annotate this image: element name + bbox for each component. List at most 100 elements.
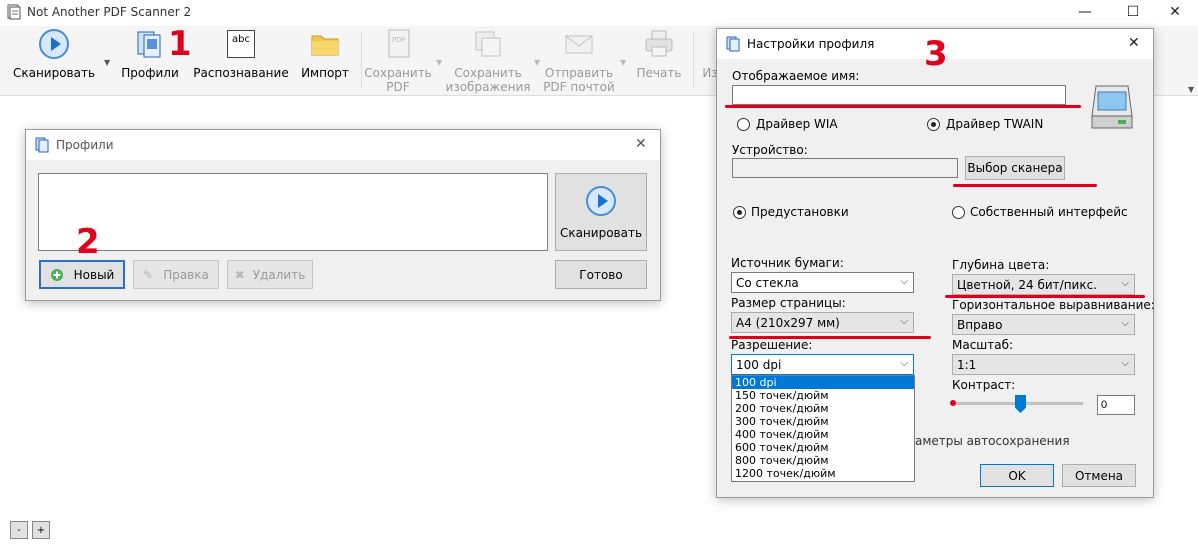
profiles-list[interactable] bbox=[38, 173, 548, 251]
save-images-label-2: изображения bbox=[445, 80, 531, 94]
annotation-number-2: 2 bbox=[76, 222, 100, 262]
driver-twain-label: Драйвер TWAIN bbox=[946, 117, 1044, 131]
zoom-out-icon: - bbox=[17, 524, 21, 536]
scan-toolbar-button[interactable]: Сканировать bbox=[12, 28, 96, 80]
settings-dialog-close-button[interactable]: ✕ bbox=[1128, 35, 1140, 51]
scan-label: Сканировать bbox=[12, 66, 96, 80]
app-icon bbox=[6, 4, 22, 20]
close-app-button[interactable]: ✕ bbox=[1152, 0, 1198, 24]
display-name-input[interactable] bbox=[732, 85, 1066, 105]
print-toolbar-button[interactable]: Печать bbox=[634, 28, 684, 80]
settings-dialog-title: Настройки профиля bbox=[747, 37, 875, 51]
cancel-button[interactable]: Отмена bbox=[1062, 464, 1136, 487]
save-images-toolbar-button[interactable]: Сохранить изображения bbox=[446, 28, 530, 94]
toolbar-separator bbox=[693, 32, 694, 88]
folder-icon bbox=[309, 28, 341, 60]
scanner-icon bbox=[1088, 76, 1136, 132]
app-title: Not Another PDF Scanner 2 bbox=[27, 5, 192, 19]
zoom-in-icon: + bbox=[36, 524, 46, 536]
paper-source-select[interactable]: Со стекла ⌵ bbox=[731, 272, 914, 293]
zoom-out-button[interactable]: - bbox=[10, 521, 28, 539]
profiles-label: Профили bbox=[121, 66, 179, 80]
chevron-down-icon: ⌵ bbox=[1121, 358, 1129, 369]
native-ui-label: Собственный интерфейс bbox=[970, 205, 1128, 219]
driver-wia-radio[interactable] bbox=[737, 118, 750, 131]
resolution-label: Разрешение: bbox=[731, 338, 813, 352]
chevron-down-icon: ⌵ bbox=[1121, 318, 1129, 329]
driver-wia-label: Драйвер WIA bbox=[756, 117, 838, 131]
done-button[interactable]: Готово bbox=[555, 260, 647, 289]
import-label: Импорт bbox=[301, 66, 349, 80]
save-pdf-label-2: PDF bbox=[386, 80, 410, 94]
resolution-option[interactable]: 800 точек/дюйм bbox=[732, 454, 914, 467]
color-depth-select[interactable]: Цветной, 24 бит/пикс. ⌵ bbox=[952, 274, 1135, 295]
driver-twain-radio[interactable] bbox=[927, 118, 940, 131]
resolution-option[interactable]: 600 точек/дюйм bbox=[732, 441, 914, 454]
page-size-select[interactable]: A4 (210x297 мм) ⌵ bbox=[731, 312, 914, 333]
ok-button[interactable]: OK bbox=[980, 464, 1054, 487]
device-input[interactable] bbox=[732, 158, 958, 178]
email-pdf-label-1: Отправить bbox=[544, 66, 614, 80]
edit-profile-button[interactable]: ✎ Правка bbox=[133, 260, 219, 289]
pencil-icon: ✎ bbox=[143, 267, 154, 282]
save-pdf-label-1: Сохранить bbox=[364, 66, 432, 80]
page-size-label: Размер страницы: bbox=[731, 296, 846, 310]
resolution-select[interactable]: 100 dpi ⌵ bbox=[731, 354, 914, 375]
scale-select[interactable]: 1:1 ⌵ bbox=[952, 354, 1135, 375]
email-pdf-dropdown-arrow-icon[interactable]: ▼ bbox=[620, 58, 626, 67]
delete-icon: ✖ bbox=[234, 267, 245, 282]
profiles-dialog-close-button[interactable]: ✕ bbox=[635, 136, 647, 152]
save-pdf-toolbar-button[interactable]: PDF Сохранить PDF bbox=[364, 28, 432, 94]
pdf-icon: PDF bbox=[382, 28, 414, 60]
autosave-settings-link[interactable]: аметры автосохранения bbox=[915, 434, 1070, 448]
profiles-scan-button[interactable]: Сканировать bbox=[555, 173, 647, 251]
settings-dialog-icon bbox=[726, 36, 740, 52]
svg-text:PDF: PDF bbox=[392, 36, 406, 44]
contrast-label: Контраст: bbox=[952, 378, 1016, 392]
resolution-option[interactable]: 150 точек/дюйм bbox=[732, 389, 914, 402]
zoom-in-button[interactable]: + bbox=[32, 521, 50, 539]
annotation-underline bbox=[953, 184, 1097, 187]
profiles-dialog-icon bbox=[35, 137, 49, 153]
presets-radio[interactable] bbox=[733, 206, 746, 219]
email-pdf-toolbar-button[interactable]: Отправить PDF почтой bbox=[542, 28, 616, 94]
display-name-label: Отображаемое имя: bbox=[732, 69, 860, 83]
annotation-underline bbox=[725, 105, 1081, 108]
ocr-abc-icon: abc bbox=[225, 28, 257, 60]
delete-profile-button[interactable]: ✖ Удалить bbox=[227, 260, 313, 289]
resolution-option[interactable]: 1200 точек/дюйм bbox=[732, 467, 914, 480]
annotation-dot bbox=[950, 400, 956, 406]
resolution-option[interactable]: 400 точек/дюйм bbox=[732, 428, 914, 441]
import-toolbar-button[interactable]: Импорт bbox=[298, 28, 352, 80]
toolbar-overflow-arrow-icon[interactable]: ▼ bbox=[1188, 85, 1194, 94]
chevron-down-icon: ⌵ bbox=[1121, 278, 1129, 289]
native-ui-radio[interactable] bbox=[952, 206, 965, 219]
printer-icon bbox=[643, 28, 675, 60]
ocr-toolbar-button[interactable]: abc Распознавание bbox=[193, 28, 289, 80]
new-profile-button[interactable]: Новый bbox=[39, 260, 125, 289]
save-pdf-dropdown-arrow-icon[interactable]: ▼ bbox=[436, 58, 442, 67]
presets-label: Предустановки bbox=[751, 205, 849, 219]
add-icon bbox=[50, 268, 63, 281]
chevron-down-icon: ⌵ bbox=[900, 358, 908, 369]
annotation-number-3: 3 bbox=[924, 34, 948, 74]
profiles-dialog-titlebar: Профили bbox=[26, 130, 660, 160]
chevron-down-icon: ⌵ bbox=[900, 276, 908, 287]
ocr-label: Распознавание bbox=[193, 66, 289, 80]
profiles-scan-label: Сканировать bbox=[559, 226, 643, 240]
envelope-icon bbox=[563, 28, 595, 60]
profiles-dialog: Профили ✕ Сканировать Новый ✎ Правка ✖ У… bbox=[25, 129, 661, 301]
contrast-input[interactable] bbox=[1097, 395, 1135, 415]
minimize-button[interactable]: — bbox=[1062, 0, 1108, 24]
toolbar-separator bbox=[361, 32, 362, 88]
h-align-select[interactable]: Вправо ⌵ bbox=[952, 314, 1135, 335]
scan-dropdown-arrow-icon[interactable]: ▼ bbox=[104, 58, 110, 67]
save-images-dropdown-arrow-icon[interactable]: ▼ bbox=[534, 58, 540, 67]
resolution-option[interactable]: 300 точек/дюйм bbox=[732, 415, 914, 428]
profiles-icon bbox=[134, 28, 166, 60]
choose-scanner-button[interactable]: Выбор сканера bbox=[965, 156, 1065, 180]
resolution-option[interactable]: 100 dpi bbox=[732, 376, 914, 389]
maximize-button[interactable]: ☐ bbox=[1110, 0, 1156, 24]
resolution-option[interactable]: 200 точек/дюйм bbox=[732, 402, 914, 415]
images-icon bbox=[472, 28, 504, 60]
